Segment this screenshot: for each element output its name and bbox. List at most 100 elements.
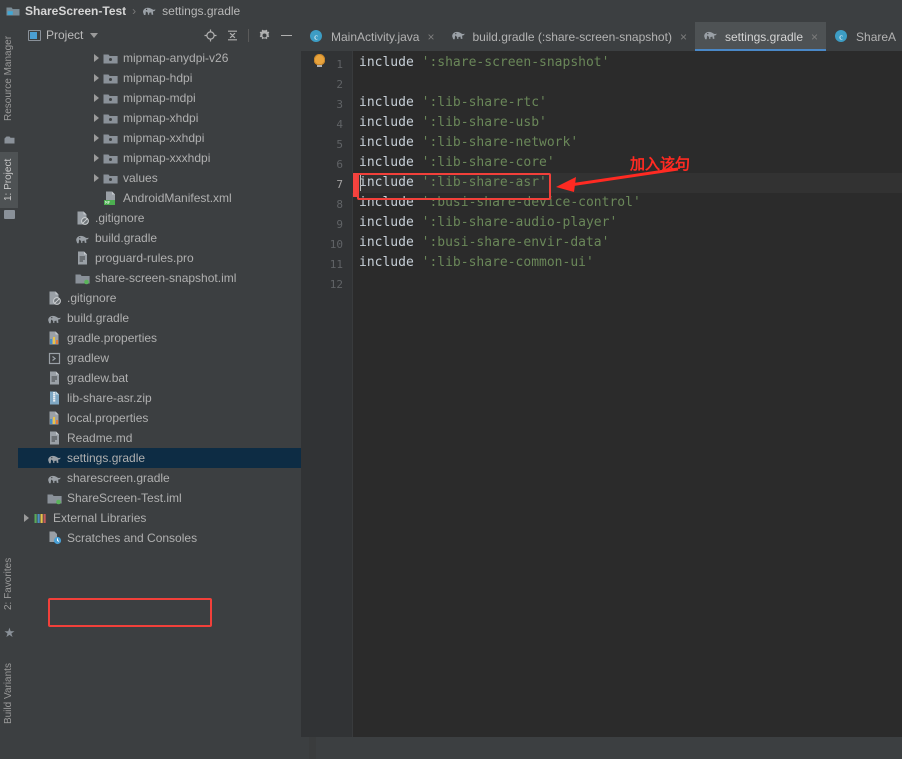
- tree-row[interactable]: proguard-rules.pro: [18, 248, 301, 268]
- expand-arrow-icon[interactable]: [94, 114, 99, 122]
- tree-row[interactable]: mipmap-hdpi: [18, 68, 301, 88]
- tree-row[interactable]: build.gradle: [18, 228, 301, 248]
- code-line[interactable]: include ':lib-share-common-ui': [359, 253, 594, 273]
- tree-row[interactable]: mipmap-xxhdpi: [18, 128, 301, 148]
- tree-row[interactable]: mipmap-anydpi-v26: [18, 48, 301, 68]
- tree-row[interactable]: Scratches and Consoles: [18, 528, 301, 548]
- sidebar-item-resource-manager[interactable]: Resource Manager: [0, 26, 18, 130]
- star-icon: ★: [3, 625, 16, 640]
- tree-row-label: ShareScreen-Test.iml: [67, 491, 182, 505]
- tree-row-label: mipmap-xhdpi: [123, 111, 199, 125]
- code-line[interactable]: include ':share-screen-snapshot': [359, 53, 609, 73]
- folder-res-icon: [103, 51, 118, 66]
- code-line[interactable]: include ':lib-share-rtc': [359, 93, 547, 113]
- project-panel-toolbar: Project: [18, 22, 301, 48]
- editor-tab[interactable]: c MainActivity.java ×: [301, 22, 443, 51]
- tree-row[interactable]: gradlew.bat: [18, 368, 301, 388]
- code-string-literal: ':lib-share-network': [421, 135, 579, 150]
- tree-row[interactable]: share-screen-snapshot.iml: [18, 268, 301, 288]
- editor-tab-bar[interactable]: c MainActivity.java × build.gradle (:share-…: [301, 22, 902, 52]
- editor-tab-label: ShareA: [856, 29, 897, 44]
- tree-row[interactable]: ShareScreen-Test.iml: [18, 488, 301, 508]
- svg-text:c: c: [314, 32, 318, 41]
- code-string-literal: ':lib-share-asr': [421, 175, 547, 190]
- tree-row[interactable]: gradle.properties: [18, 328, 301, 348]
- expand-arrow-icon[interactable]: [94, 174, 99, 182]
- line-number: 4: [336, 118, 343, 131]
- gear-icon[interactable]: [258, 29, 271, 42]
- code-line[interactable]: include ':lib-share-network': [359, 133, 578, 153]
- sidebar-item-label: 2: Favorites: [3, 557, 14, 611]
- sidebar-item-label: Build Variants: [3, 663, 14, 725]
- project-panel-title-group[interactable]: Project: [28, 28, 99, 42]
- expand-arrow-icon[interactable]: [24, 514, 29, 522]
- code-keyword: include: [359, 175, 414, 190]
- properties-icon: [47, 411, 62, 426]
- code-line[interactable]: include ':busi-share-envir-data': [359, 233, 609, 253]
- line-number: 7: [336, 178, 343, 191]
- close-icon[interactable]: ×: [811, 30, 818, 44]
- left-tool-strip: Resource Manager 1: Project 2: Favorites…: [0, 22, 19, 737]
- tree-row[interactable]: MF AndroidManifest.xml: [18, 188, 301, 208]
- resource-manager-icon: [4, 134, 15, 144]
- code-editor[interactable]: 1 2 3 4 5 6 7 8 9 10 11 12 include ':share-screen-s…: [301, 51, 902, 737]
- code-keyword: include: [359, 235, 414, 250]
- tree-row[interactable]: settings.gradle: [18, 448, 301, 468]
- code-line[interactable]: include ':busi-share-device-control': [359, 193, 641, 213]
- tree-row[interactable]: build.gradle: [18, 308, 301, 328]
- breadcrumb-project-name[interactable]: ShareScreen-Test: [25, 4, 126, 18]
- editor-tab[interactable]: c ShareA: [826, 22, 902, 51]
- code-line[interactable]: include ':lib-share-usb': [359, 113, 547, 133]
- chevron-down-icon[interactable]: [90, 32, 99, 38]
- tree-row[interactable]: mipmap-xxxhdpi: [18, 148, 301, 168]
- editor-tab[interactable]: build.gradle (:share-screen-snapshot) ×: [442, 22, 695, 51]
- code-string-literal: ':busi-share-envir-data': [421, 235, 610, 250]
- tree-row[interactable]: .gitignore: [18, 208, 301, 228]
- breadcrumb-file-name[interactable]: settings.gradle: [162, 4, 240, 18]
- tree-row[interactable]: .gitignore: [18, 288, 301, 308]
- tree-row-label: build.gradle: [95, 231, 158, 245]
- close-icon[interactable]: ×: [427, 30, 434, 44]
- tree-row-label: .gitignore: [67, 291, 117, 305]
- code-line[interactable]: include ':lib-share-core': [359, 153, 555, 173]
- editor-gutter[interactable]: 1 2 3 4 5 6 7 8 9 10 11 12: [301, 51, 352, 737]
- expand-arrow-icon[interactable]: [94, 154, 99, 162]
- locate-target-icon[interactable]: [204, 29, 217, 42]
- tree-row[interactable]: mipmap-mdpi: [18, 88, 301, 108]
- sidebar-item-build-variants[interactable]: Build Variants: [0, 652, 18, 736]
- gitignore-icon: [47, 291, 62, 306]
- expand-arrow-icon[interactable]: [94, 74, 99, 82]
- code-line[interactable]: include ':lib-share-asr': [359, 173, 547, 193]
- tree-row[interactable]: Readme.md: [18, 428, 301, 448]
- tree-row[interactable]: values: [18, 168, 301, 188]
- code-keyword: include: [359, 55, 414, 70]
- tree-row[interactable]: External Libraries: [18, 508, 301, 528]
- tree-row[interactable]: lib-share-asr.zip: [18, 388, 301, 408]
- lightbulb-icon[interactable]: [314, 54, 325, 67]
- line-number: 5: [336, 138, 343, 151]
- sidebar-item-label: 1: Project: [3, 158, 14, 202]
- code-line[interactable]: include ':lib-share-audio-player': [359, 213, 617, 233]
- expand-arrow-icon[interactable]: [94, 134, 99, 142]
- close-icon[interactable]: ×: [680, 30, 687, 44]
- expand-arrow-icon[interactable]: [94, 94, 99, 102]
- sidebar-item-favorites[interactable]: 2: Favorites: [0, 545, 18, 623]
- project-tree[interactable]: mipmap-anydpi-v26 mipmap-hdpi mipmap-mdpi m…: [18, 48, 301, 737]
- titlebar-breadcrumb: ShareScreen-Test › settings.gradle: [0, 0, 902, 22]
- iml-module-icon: [75, 271, 90, 286]
- folder-res-icon: [103, 151, 118, 166]
- tree-row[interactable]: local.properties: [18, 408, 301, 428]
- tree-row[interactable]: sharescreen.gradle: [18, 468, 301, 488]
- sidebar-item-project[interactable]: 1: Project: [0, 152, 18, 208]
- collapse-all-icon[interactable]: [226, 29, 239, 42]
- hide-minimize-icon[interactable]: [280, 29, 293, 42]
- tree-row[interactable]: mipmap-xhdpi: [18, 108, 301, 128]
- tree-row[interactable]: gradlew: [18, 348, 301, 368]
- editor-tab[interactable]: settings.gradle ×: [694, 22, 827, 51]
- expand-arrow-icon[interactable]: [94, 54, 99, 62]
